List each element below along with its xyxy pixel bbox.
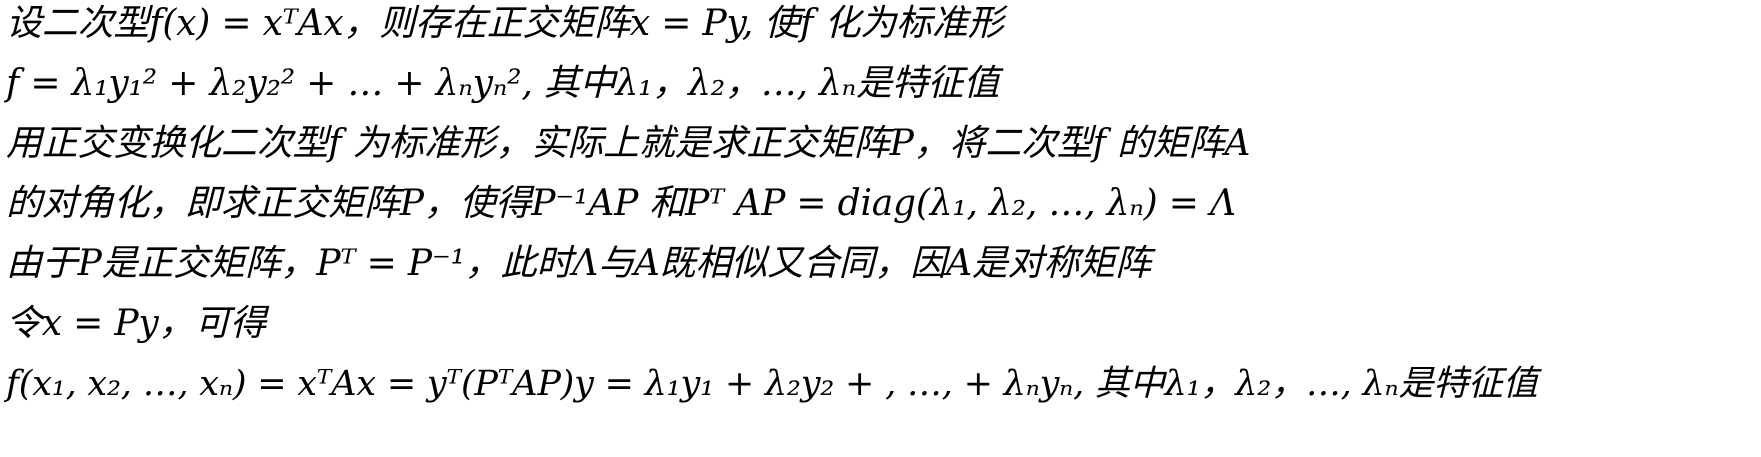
text-line-4: 的对角化，即求正交矩阵P，使得P⁻¹AP 和Pᵀ AP = diag(λ₁, λ… — [6, 183, 1236, 224]
text-line-6: 令x = Py，可得 — [6, 303, 266, 344]
text-line-2: f = λ₁y₁² + λ₂y₂² + … + λₙyₙ², 其中λ₁，λ₂，…… — [6, 63, 1000, 104]
text-line-7: f(x₁, x₂, …, xₙ) = xᵀAx = yᵀ(PᵀAP)y = λ₁… — [6, 364, 1538, 404]
text-line-1: 设二次型f(x) = xᵀAx，则存在正交矩阵x = Py, 使f 化为标准形 — [6, 3, 1004, 44]
text-line-3: 用正交变换化二次型f 为标准形，实际上就是求正交矩阵P，将二次型f 的矩阵A — [6, 123, 1251, 164]
text-line-5: 由于P是正交矩阵，Pᵀ = P⁻¹，此时Λ与A既相似又合同，因A是对称矩阵 — [6, 243, 1151, 284]
math-document: 设二次型f(x) = xᵀAx，则存在正交矩阵x = Py, 使f 化为标准形 … — [0, 0, 1761, 457]
